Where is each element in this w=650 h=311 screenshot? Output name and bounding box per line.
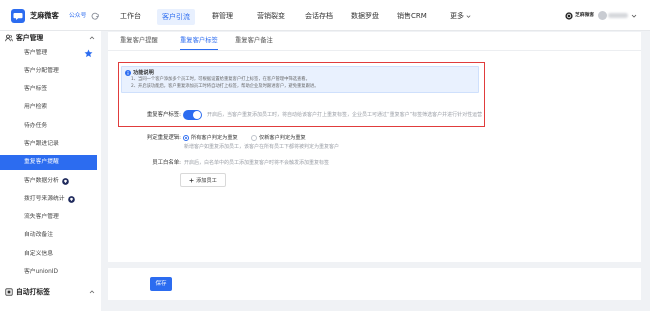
sidebar-item-label: 客户跟进记录 bbox=[24, 140, 59, 147]
sidebar-item-label: 待办任务 bbox=[24, 122, 48, 129]
radio-new-customers[interactable] bbox=[251, 135, 257, 141]
star-icon[interactable] bbox=[84, 49, 93, 58]
sidebar-item-lost-customers[interactable]: 流失客户管理 bbox=[0, 210, 97, 225]
chevron-down-icon bbox=[466, 14, 471, 19]
sidebar-item-label: 重复客户提醒 bbox=[24, 159, 59, 166]
sidebar-section-customer-management[interactable]: 客户管理 bbox=[0, 31, 101, 45]
top-header: 芝麻微客 公众号 工作台 客户引流 群管理 营销裂变 会话存档 数据罗盘 销售C… bbox=[0, 0, 650, 31]
nav-customer-acquisition[interactable]: 客户引流 bbox=[157, 9, 195, 25]
tabs-divider bbox=[108, 50, 641, 51]
gem-icon bbox=[61, 177, 69, 185]
sidebar-item-label: 客户数据分析 bbox=[24, 177, 59, 184]
toggle-knob bbox=[193, 111, 201, 119]
nav-more[interactable]: 更多 bbox=[450, 11, 471, 22]
chevron-down-icon[interactable] bbox=[631, 13, 637, 19]
radio-all-customers-label[interactable]: 所有客户判定为重复 bbox=[191, 134, 238, 143]
nav-label: 销售CRM bbox=[397, 12, 427, 20]
nav-label: 更多 bbox=[450, 12, 464, 20]
nav-marketing[interactable]: 营销裂变 bbox=[257, 11, 285, 22]
gem-icon bbox=[67, 196, 75, 203]
org-badge-icon[interactable] bbox=[565, 12, 573, 20]
nav-label: 群管理 bbox=[212, 12, 233, 20]
tab-label: 重复客户提醒 bbox=[120, 37, 158, 44]
avatar[interactable] bbox=[598, 11, 607, 20]
nav-label: 工作台 bbox=[120, 12, 141, 20]
radio-new-customers-label[interactable]: 仅新客户判定为重复 bbox=[259, 134, 306, 143]
notice-title: 功能说明 bbox=[133, 70, 154, 76]
sidebar-item-label: 用户检索 bbox=[24, 104, 48, 111]
sidebar-item-customer-analytics[interactable]: 客户数据分析 bbox=[0, 174, 97, 189]
tab-duplicate-reminder[interactable]: 重复客户提醒 bbox=[120, 32, 158, 50]
whitelist-label: 员工白名单: bbox=[152, 160, 181, 166]
add-employee-button[interactable]: 添加员工 bbox=[180, 173, 226, 187]
sidebar-section-title: 客户管理 bbox=[16, 34, 44, 42]
account-type-badge[interactable]: 公众号 bbox=[69, 12, 86, 21]
nav-group-management[interactable]: 群管理 bbox=[212, 11, 233, 22]
duplicate-logic-label: 判定重复逻辑: bbox=[146, 135, 181, 141]
sidebar-item-label: 自定义信息 bbox=[24, 250, 53, 257]
add-employee-label: 添加员工 bbox=[196, 177, 217, 184]
nav-workbench[interactable]: 工作台 bbox=[120, 11, 141, 22]
tab-label: 重复客户备注 bbox=[235, 37, 273, 44]
sidebar-item-customer-allocation[interactable]: 客户分配管理 bbox=[0, 64, 97, 79]
sidebar-item-label: 客户unionID bbox=[24, 269, 58, 276]
tab-label: 重复客户标签 bbox=[180, 37, 218, 44]
sidebar-section-auto-tagging[interactable]: 自动打标签 bbox=[0, 285, 101, 299]
sidebar-item-customer-management[interactable]: 客户管理 bbox=[0, 46, 97, 61]
notice-line: 1、当同一个客户添加多个员工时，可根据设置给重复客户打上标签，在客户管理中筛选查… bbox=[131, 77, 310, 82]
chevron-up-icon bbox=[89, 35, 95, 41]
sidebar-item-duplicate-reminder[interactable]: 重复客户提醒 bbox=[0, 155, 97, 171]
sidebar-item-customer-unionid[interactable]: 客户unionID bbox=[0, 265, 97, 280]
chevron-up-icon bbox=[89, 289, 95, 295]
sidebar-item-customer-tags[interactable]: 客户标签 bbox=[0, 82, 97, 97]
sidebar-item-label: 客户管理 bbox=[24, 49, 48, 56]
whitelist-hint: 开启后，白名单中的员工添加重复客户时将不会触发添加重复标签 bbox=[184, 160, 330, 166]
sidebar-item-todo-tasks[interactable]: 待办任务 bbox=[0, 119, 97, 134]
app-name[interactable]: 芝麻微客 bbox=[30, 11, 59, 21]
save-button[interactable]: 保存 bbox=[150, 277, 172, 291]
sidebar-item-auto-remark[interactable]: 自动改备注 bbox=[0, 228, 97, 243]
nav-data[interactable]: 数据罗盘 bbox=[351, 11, 379, 22]
nav-sales-crm[interactable]: 销售CRM bbox=[397, 11, 427, 22]
tab-duplicate-tag[interactable]: 重复客户标签 bbox=[180, 32, 218, 50]
sidebar-item-label: 客户标签 bbox=[24, 86, 48, 93]
duplicate-tag-hint: 开启后，当客户重复添加员工时，将自动给该客户打上重复标签，企业员工可通过“重复客… bbox=[207, 112, 483, 118]
sidebar: 客户管理 客户管理 客户分配管理 客户标签 用户检索 待办任务 客户跟进记录 重… bbox=[0, 31, 101, 311]
sidebar-section-title: 自动打标签 bbox=[16, 288, 50, 296]
nav-session-archive[interactable]: 会话存档 bbox=[305, 11, 333, 22]
chat-bubble-icon[interactable] bbox=[11, 9, 25, 23]
switch-icon[interactable] bbox=[91, 12, 99, 20]
sidebar-item-user-search[interactable]: 用户检索 bbox=[0, 100, 97, 115]
tab-duplicate-remark[interactable]: 重复客户备注 bbox=[235, 32, 273, 50]
user-name-redacted[interactable] bbox=[608, 13, 628, 18]
sidebar-item-source-statistics[interactable]: 拨打号来源统计 bbox=[0, 192, 97, 207]
duplicate-tag-toggle[interactable] bbox=[183, 110, 202, 120]
sidebar-item-label: 客户分配管理 bbox=[24, 67, 59, 74]
notice-line: 2、开启该功能后，客户重复添加员工时将自动打上标签，帮助企业及时跟进客户，避免重… bbox=[131, 84, 319, 89]
plus-icon bbox=[189, 178, 194, 183]
users-icon bbox=[5, 34, 13, 42]
radio-all-customers[interactable] bbox=[183, 135, 189, 141]
sidebar-item-follow-up-records[interactable]: 客户跟进记录 bbox=[0, 137, 97, 152]
nav-label: 会话存档 bbox=[305, 12, 333, 20]
info-icon bbox=[125, 70, 131, 76]
sidebar-item-label: 流失客户管理 bbox=[24, 214, 59, 221]
sidebar-item-label: 自动改备注 bbox=[24, 232, 53, 239]
tag-icon bbox=[5, 288, 13, 296]
nav-label: 营销裂变 bbox=[257, 12, 285, 20]
sidebar-item-label: 拨打号来源统计 bbox=[24, 195, 65, 202]
nav-label: 客户引流 bbox=[162, 13, 190, 21]
form-footer bbox=[108, 268, 641, 300]
duplicate-logic-hint: 新增客户如重复添加员工，该客户在所有员工下都将被判定为重复客户 bbox=[184, 144, 340, 150]
sidebar-item-custom-info[interactable]: 自定义信息 bbox=[0, 247, 97, 262]
duplicate-tag-label: 重复客户标签: bbox=[146, 112, 181, 118]
sidebar-menu: 客户管理 客户分配管理 客户标签 用户检索 待办任务 客户跟进记录 重复客户提醒… bbox=[0, 46, 97, 284]
org-name[interactable]: 芝麻微客 bbox=[575, 12, 594, 20]
nav-label: 数据罗盘 bbox=[351, 12, 379, 20]
